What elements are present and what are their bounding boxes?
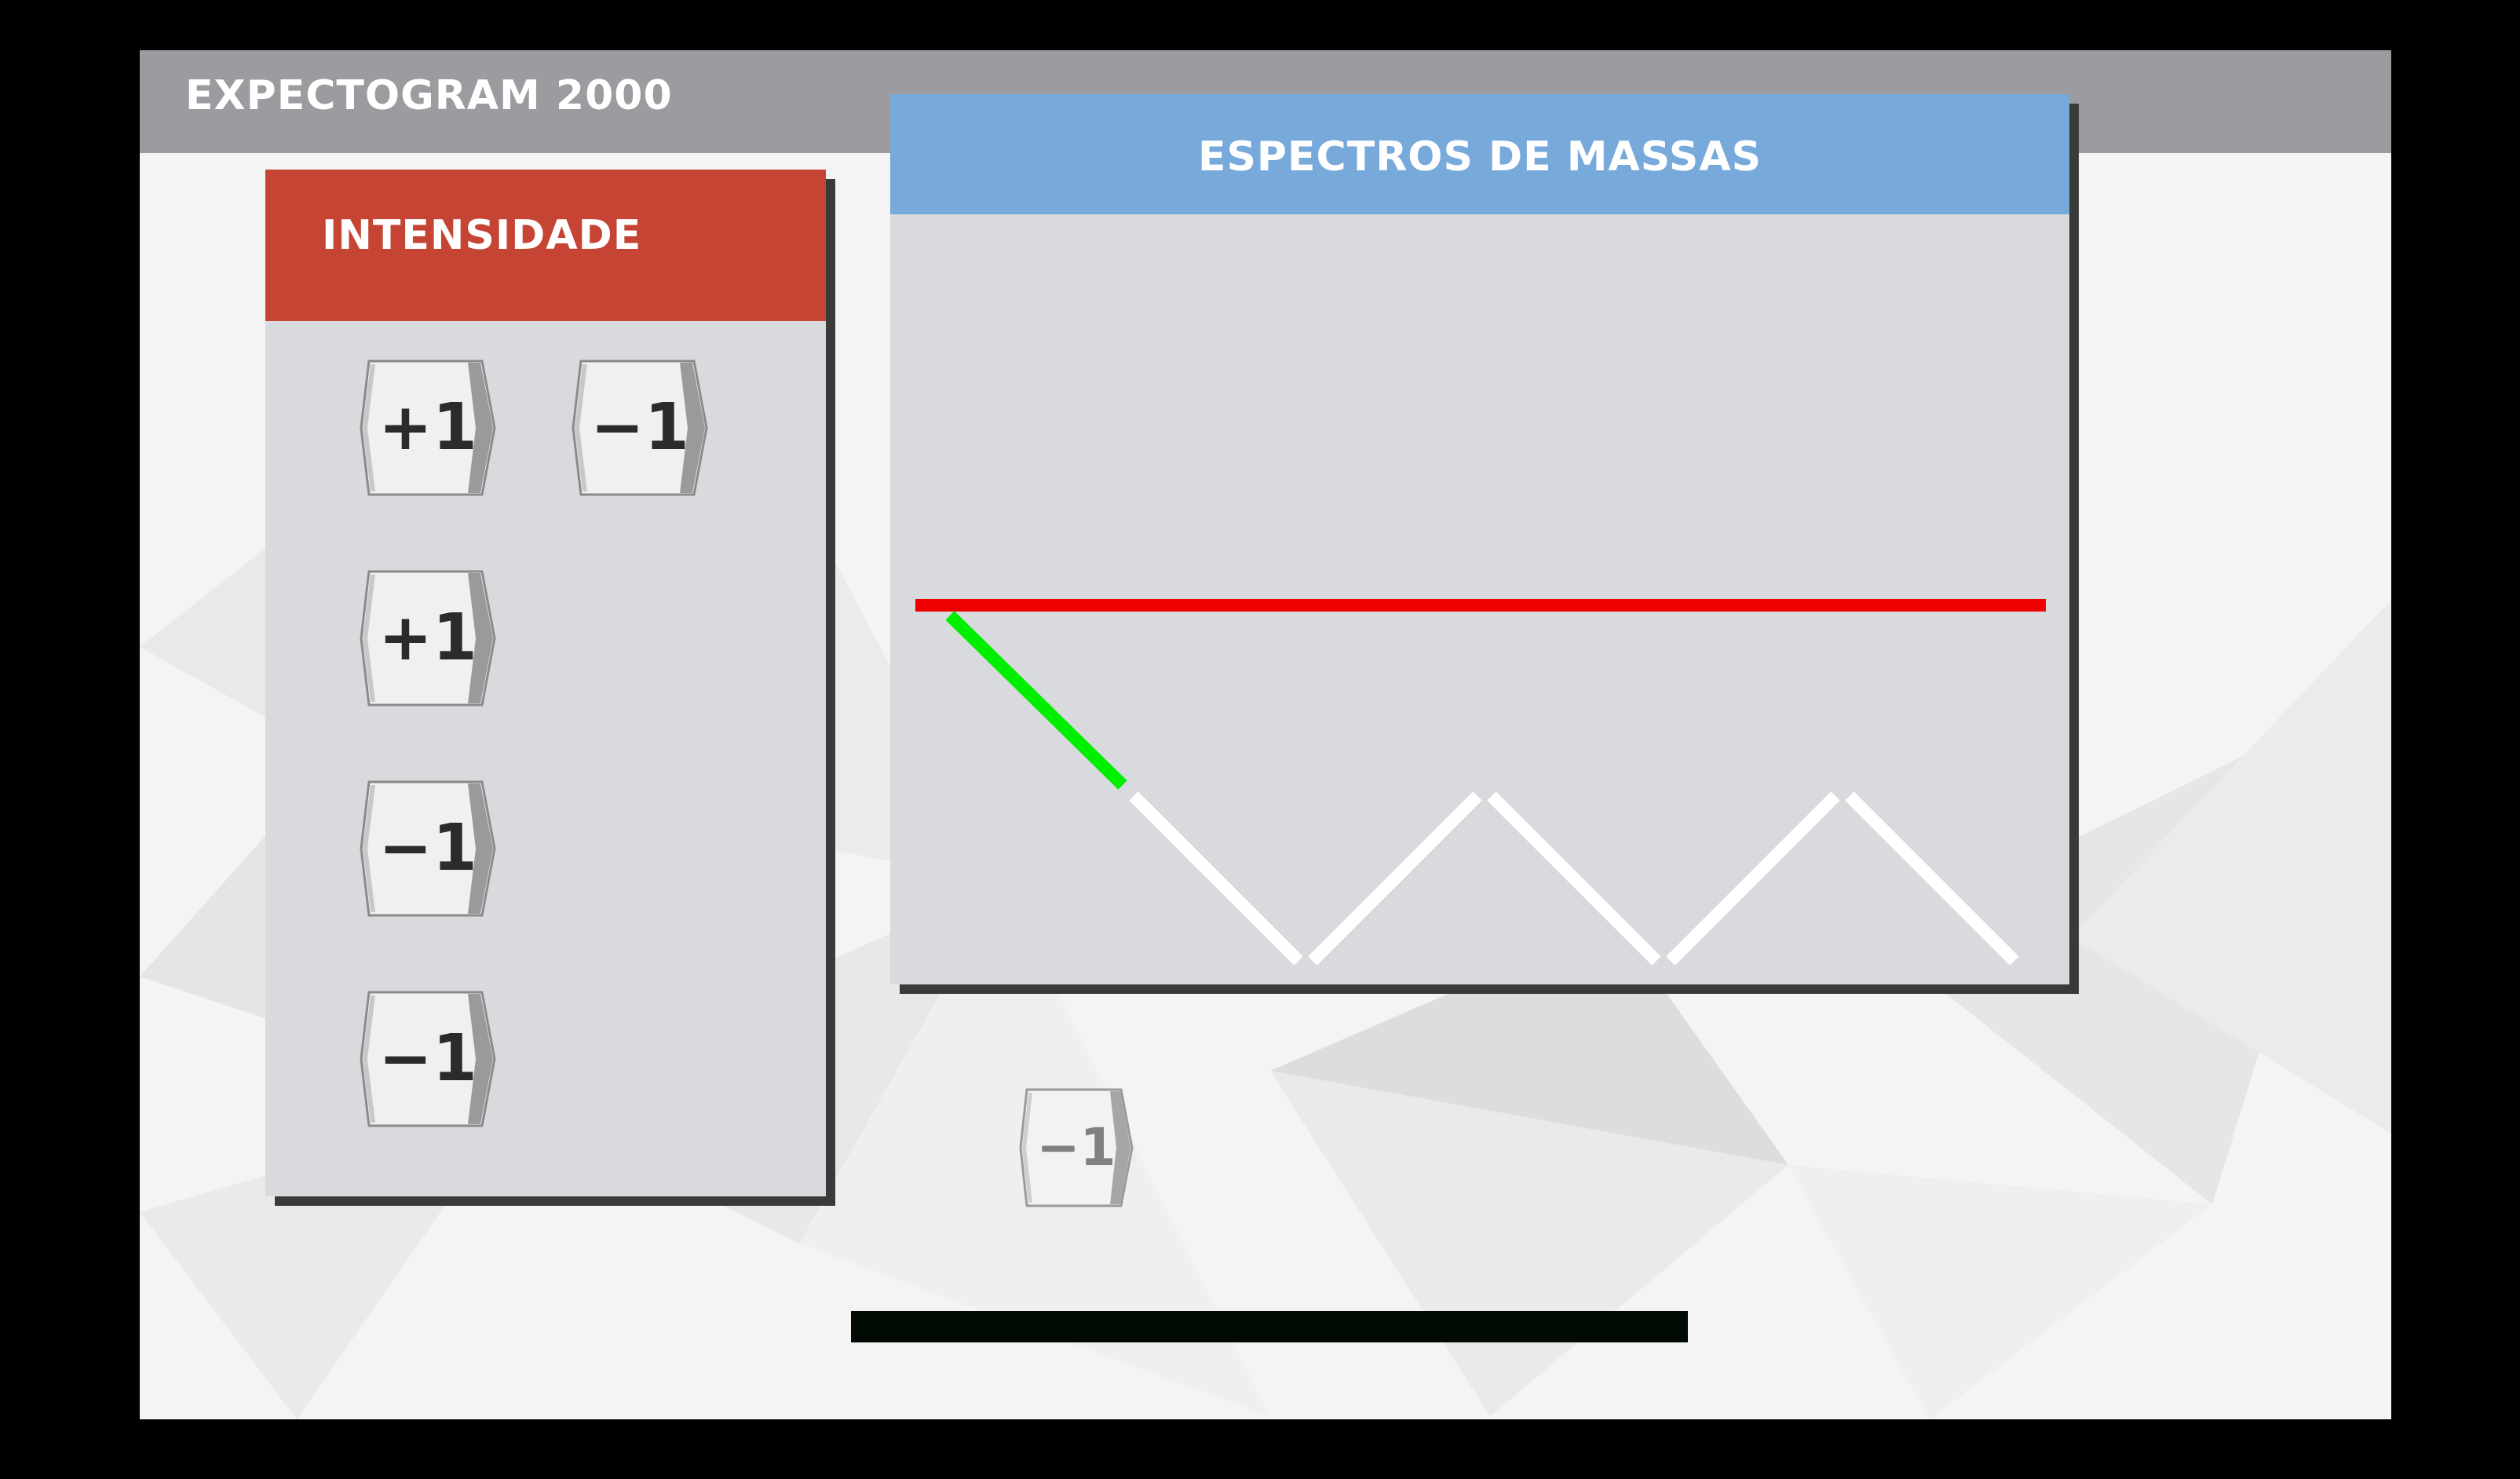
mass-spectra-panel: ESPECTROS DE MASSAS: [890, 94, 2069, 984]
tile-label: −1: [1036, 1117, 1116, 1178]
app-title: EXPECTOGRAM 2000: [185, 72, 673, 119]
tile-label: −1: [590, 390, 689, 465]
tile-label: +1: [378, 601, 477, 675]
intensity-tile-plus-1[interactable]: +1: [358, 358, 498, 498]
dragged-tile-minus-1[interactable]: −1: [1017, 1086, 1135, 1209]
completed-path-segment: [945, 611, 1127, 790]
intensity-panel-title: INTENSIDADE: [322, 212, 642, 259]
spectrum-plot: [915, 599, 2046, 966]
target-path-segment: [1845, 791, 2019, 966]
intensity-tile-plus-1[interactable]: +1: [358, 568, 498, 708]
target-path-segment: [1666, 791, 1840, 966]
intensity-tile-minus-1[interactable]: −1: [358, 779, 498, 918]
mass-spectra-panel-header: ESPECTROS DE MASSAS: [890, 94, 2069, 214]
mass-spectra-panel-title: ESPECTROS DE MASSAS: [1197, 133, 1762, 181]
intensity-tile-minus-1[interactable]: −1: [570, 358, 710, 498]
target-path-segment: [1129, 791, 1303, 966]
target-path-segment: [1308, 791, 1482, 966]
tile-label: +1: [378, 390, 477, 465]
progress-bar: [851, 1311, 1688, 1342]
target-path-segment: [1487, 791, 1661, 966]
intensity-panel-header: INTENSIDADE: [265, 170, 826, 321]
intensity-panel: INTENSIDADE +1 −1 +1 −1 −1: [265, 170, 826, 1196]
intensity-tile-minus-1[interactable]: −1: [358, 989, 498, 1129]
tile-label: −1: [378, 1021, 477, 1096]
game-screen: EXPECTOGRAM 2000 INTENSIDADE +1 −1 +1 −1…: [140, 50, 2391, 1419]
tile-label: −1: [378, 811, 477, 886]
